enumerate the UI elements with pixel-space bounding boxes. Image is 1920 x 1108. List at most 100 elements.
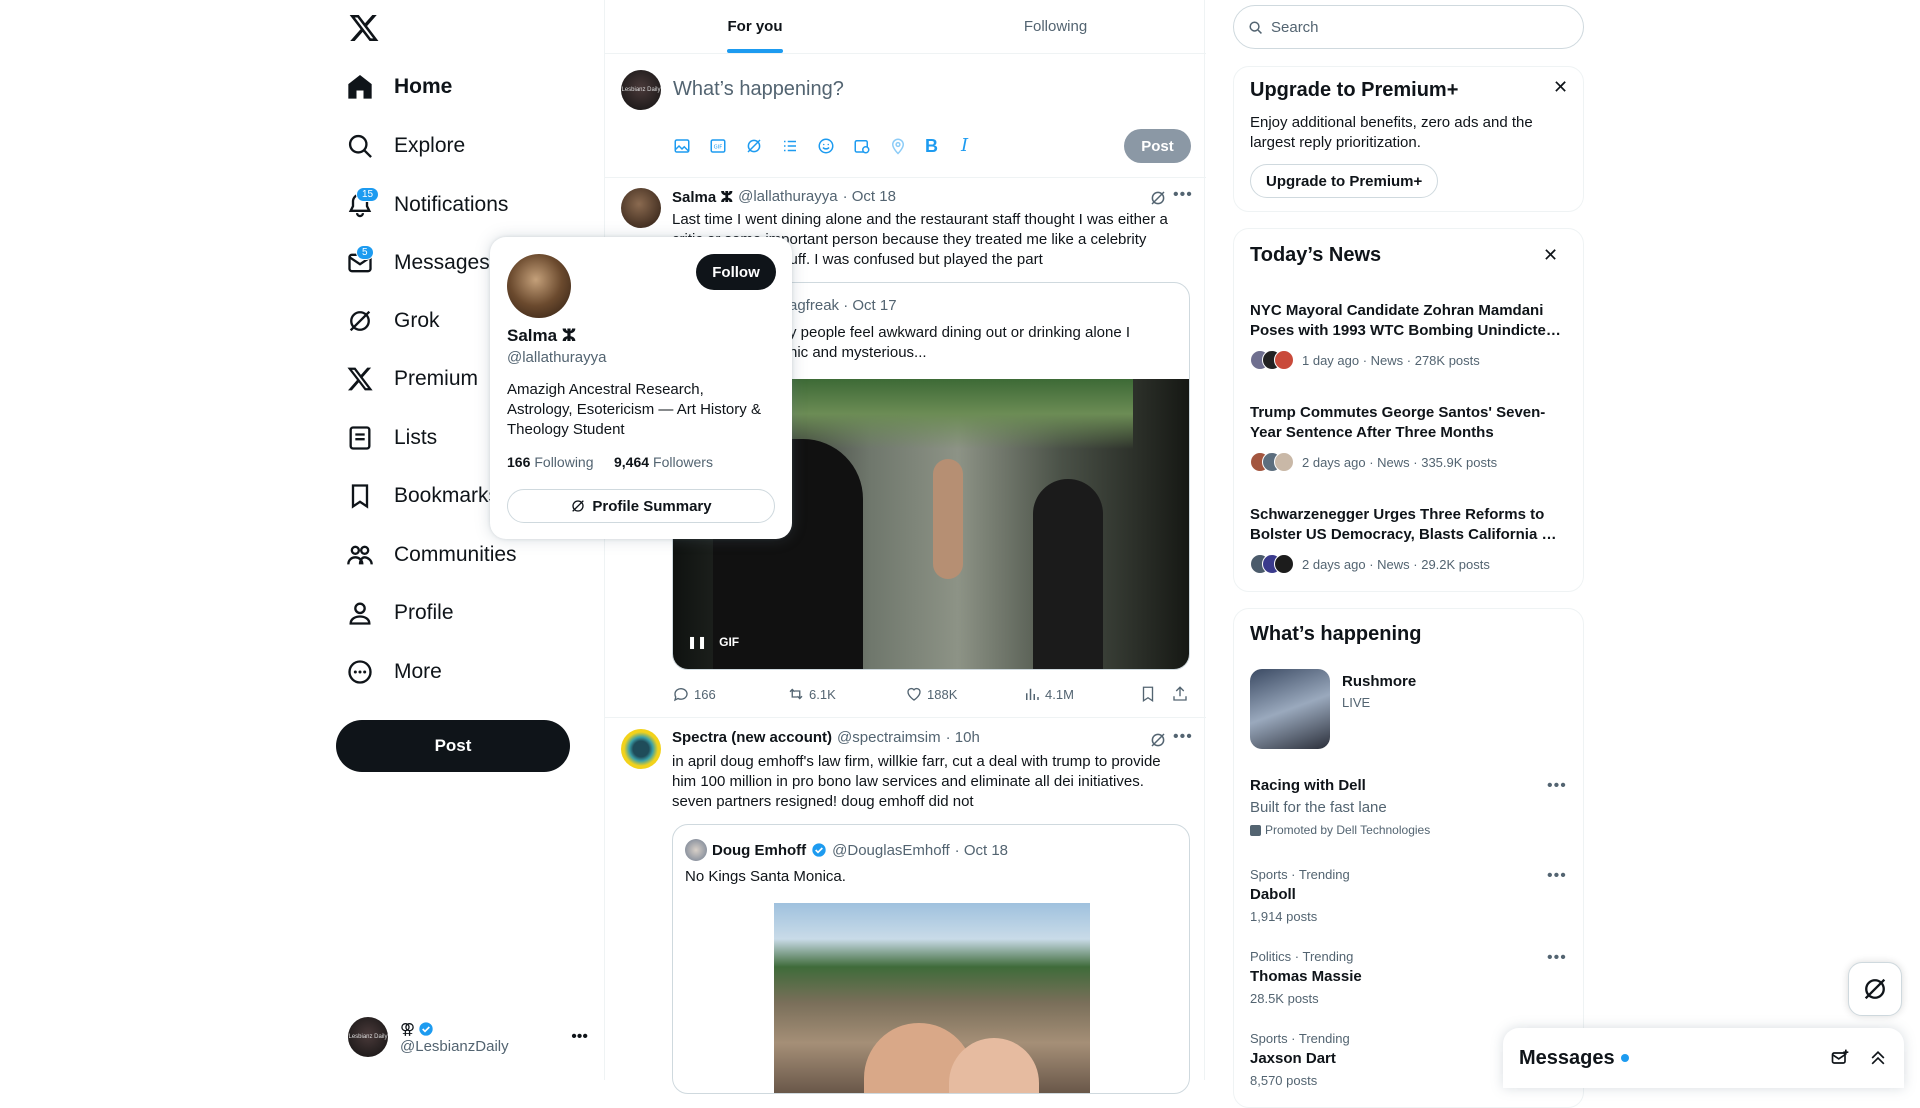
more-dots-icon[interactable]: ••• — [1547, 867, 1567, 885]
account-switcher[interactable]: Lesbianz Daily ⚢ @LesbianzDaily ••• — [348, 1014, 588, 1060]
gif-icon[interactable]: GIF — [709, 137, 727, 155]
profile-hover-card: Follow Salma ⵣ @lallathurayya Amazigh An… — [490, 237, 792, 539]
live-status: LIVE — [1342, 695, 1371, 710]
italic-icon[interactable]: I — [961, 137, 979, 155]
tweet-text: him 100 million in pro bono law services… — [672, 773, 1144, 790]
grok-icon[interactable] — [1149, 731, 1167, 749]
like-button[interactable]: 188K — [905, 685, 957, 703]
trend-name[interactable]: Jaxson Dart — [1250, 1050, 1336, 1067]
image-icon[interactable] — [673, 137, 691, 155]
nav-bookmarks[interactable]: Bookmarks — [346, 471, 499, 521]
avatar[interactable] — [621, 188, 661, 228]
nav-label: Premium — [394, 367, 479, 390]
more-dots-icon[interactable]: ••• — [1173, 186, 1193, 204]
tweet-date[interactable]: · 10h — [946, 729, 980, 746]
avatar[interactable] — [507, 254, 571, 318]
messages-drawer[interactable]: Messages — [1503, 1028, 1904, 1088]
location-icon[interactable] — [889, 137, 907, 155]
tab-for-you[interactable]: For you — [605, 0, 905, 53]
author-name[interactable]: Spectra (new account) — [672, 729, 832, 746]
search-input[interactable]: Search — [1233, 5, 1584, 49]
news-item[interactable]: NYC Mayoral Candidate Zohran Mamdani Pos… — [1234, 301, 1584, 393]
avatar-stack — [1250, 350, 1294, 370]
bookmark-button[interactable] — [1139, 685, 1157, 703]
quote-text: y people feel awkward dining out or drin… — [789, 324, 1131, 341]
repost-button[interactable]: 6.1K — [787, 685, 836, 703]
live-thumbnail[interactable] — [1250, 669, 1330, 749]
new-message-icon[interactable] — [1830, 1048, 1850, 1068]
nav-notifications[interactable]: 15 Notifications — [346, 180, 508, 230]
bold-icon[interactable]: B — [925, 137, 943, 155]
more-dots-icon[interactable]: ••• — [571, 1028, 588, 1046]
profile-summary-button[interactable]: Profile Summary — [507, 489, 775, 523]
followers-stat[interactable]: 9,464 Followers — [614, 454, 713, 470]
views-icon — [1023, 685, 1041, 703]
nav-label: More — [394, 660, 442, 683]
promo-title[interactable]: Racing with Dell — [1250, 777, 1366, 794]
news-item[interactable]: Trump Commutes George Santos' Seven- Yea… — [1234, 403, 1584, 495]
tab-following[interactable]: Following — [905, 0, 1206, 53]
nav-premium[interactable]: Premium — [346, 354, 478, 404]
composer-post-button[interactable]: Post — [1124, 129, 1191, 163]
upgrade-premium-button[interactable]: Upgrade to Premium+ — [1250, 164, 1439, 198]
person-icon — [346, 599, 374, 627]
nav-more[interactable]: More — [346, 647, 442, 697]
pause-icon[interactable]: ❚❚ — [687, 635, 707, 649]
photo-media[interactable] — [774, 903, 1090, 1093]
profile-bio: Theology Student — [507, 421, 625, 438]
profile-handle[interactable]: @lallathurayya — [507, 349, 606, 366]
schedule-icon[interactable] — [853, 137, 871, 155]
composer-input[interactable]: What’s happening? — [673, 78, 844, 101]
close-icon[interactable]: ✕ — [1543, 245, 1558, 266]
nav-label: Explore — [394, 134, 466, 157]
author-handle[interactable]: @spectraimsim — [837, 729, 941, 746]
trend-name[interactable]: Thomas Massie — [1250, 968, 1362, 985]
following-stat[interactable]: 166 Following — [507, 454, 594, 470]
nav-label: Grok — [394, 309, 440, 332]
poll-icon[interactable] — [781, 137, 799, 155]
nav-communities[interactable]: Communities — [346, 530, 517, 580]
reply-button[interactable]: 166 — [672, 685, 716, 703]
share-button[interactable] — [1171, 685, 1189, 703]
verified-badge-icon — [418, 1021, 434, 1037]
trend-name[interactable]: Daboll — [1250, 886, 1296, 903]
quote-text: hic and mysterious... — [789, 344, 927, 361]
nav-label: Notifications — [394, 193, 509, 216]
views-button[interactable]: 4.1M — [1023, 685, 1074, 703]
unread-dot — [1620, 1054, 1629, 1062]
more-dots-icon[interactable]: ••• — [1547, 777, 1567, 795]
nav-grok[interactable]: Grok — [346, 296, 440, 346]
author-name[interactable]: Salma ⵣ — [672, 188, 733, 206]
follow-button[interactable]: Follow — [696, 254, 776, 290]
post-button[interactable]: Post — [336, 720, 570, 772]
account-name-glyph: ⚢ — [400, 1020, 416, 1038]
quote-tweet[interactable]: Doug Emhoff @DouglasEmhoff · Oct 18 No K… — [672, 824, 1190, 1094]
close-icon[interactable]: ✕ — [1553, 77, 1568, 98]
grok-floating-button[interactable] — [1848, 962, 1902, 1016]
todays-news-card: Today’s News ✕ NYC Mayoral Candidate Zoh… — [1233, 228, 1584, 592]
notification-badge: 15 — [356, 187, 380, 202]
grok-icon[interactable] — [1149, 189, 1167, 207]
chevron-up-icon[interactable] — [1868, 1048, 1888, 1068]
emoji-icon[interactable] — [817, 137, 835, 155]
nav-profile[interactable]: Profile — [346, 588, 454, 638]
premium-text: Enjoy additional benefits, zero ads and … — [1250, 114, 1533, 131]
avatar[interactable] — [621, 729, 661, 769]
verified-badge-icon — [811, 842, 827, 858]
author-handle[interactable]: @lallathurayya — [738, 188, 837, 206]
live-title[interactable]: Rushmore — [1342, 673, 1416, 690]
nav-messages[interactable]: 5 Messages — [346, 238, 490, 288]
communities-icon — [346, 541, 374, 569]
nav-lists[interactable]: Lists — [346, 413, 437, 463]
nav-label: Communities — [394, 543, 517, 566]
nav-home[interactable]: Home — [346, 62, 452, 112]
trend-count: 8,570 posts — [1250, 1073, 1318, 1088]
news-item[interactable]: Schwarzenegger Urges Three Reforms to Bo… — [1234, 505, 1584, 585]
nav-explore[interactable]: Explore — [346, 121, 465, 171]
grok-icon[interactable] — [745, 137, 763, 155]
profile-name[interactable]: Salma ⵣ — [507, 326, 576, 346]
tweet-date[interactable]: · Oct 18 — [843, 188, 896, 206]
more-dots-icon[interactable]: ••• — [1173, 728, 1193, 746]
more-dots-icon[interactable]: ••• — [1547, 949, 1567, 967]
x-logo-icon[interactable] — [348, 12, 380, 44]
